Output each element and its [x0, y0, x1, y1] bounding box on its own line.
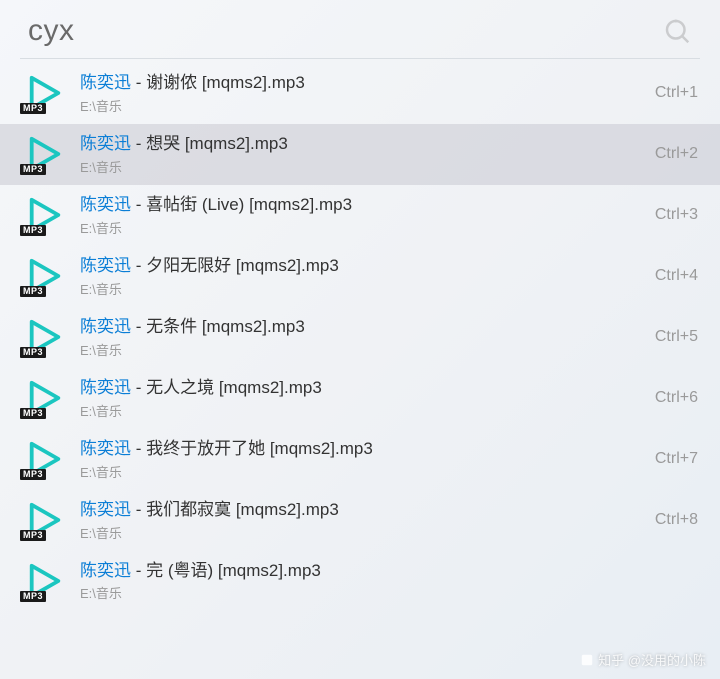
title-separator: -: [131, 134, 146, 153]
result-filename: 想哭 [mqms2].mp3: [146, 134, 288, 153]
result-shortcut: Ctrl+1: [655, 84, 698, 102]
play-icon: MP3: [26, 440, 64, 478]
title-separator: -: [131, 500, 146, 519]
divider: [20, 58, 700, 59]
result-path: E:\音乐: [80, 218, 643, 237]
result-title: 陈奕迅 - 无人之境 [mqms2].mp3: [80, 377, 643, 400]
result-path: E:\音乐: [80, 523, 643, 542]
play-icon: MP3: [26, 501, 64, 539]
title-separator: -: [131, 317, 146, 336]
result-row[interactable]: MP3陈奕迅 - 无条件 [mqms2].mp3E:\音乐Ctrl+5: [0, 307, 720, 368]
mp3-badge: MP3: [20, 347, 46, 358]
result-title: 陈奕迅 - 无条件 [mqms2].mp3: [80, 316, 643, 339]
result-filename: 喜帖街 (Live) [mqms2].mp3: [146, 195, 352, 214]
result-title: 陈奕迅 - 我们都寂寞 [mqms2].mp3: [80, 499, 643, 522]
result-title: 陈奕迅 - 我终于放开了她 [mqms2].mp3: [80, 438, 643, 461]
title-separator: -: [131, 256, 146, 275]
result-artist: 陈奕迅: [80, 500, 131, 519]
result-artist: 陈奕迅: [80, 378, 131, 397]
play-icon: MP3: [26, 135, 64, 173]
result-meta: 陈奕迅 - 喜帖街 (Live) [mqms2].mp3E:\音乐: [80, 194, 643, 237]
result-path: E:\音乐: [80, 279, 643, 298]
result-path: E:\音乐: [80, 157, 643, 176]
result-title: 陈奕迅 - 想哭 [mqms2].mp3: [80, 133, 643, 156]
result-artist: 陈奕迅: [80, 317, 131, 336]
result-shortcut: Ctrl+6: [655, 389, 698, 407]
mp3-badge: MP3: [20, 103, 46, 114]
result-artist: 陈奕迅: [80, 439, 131, 458]
play-icon: MP3: [26, 257, 64, 295]
result-filename: 完 (粤语) [mqms2].mp3: [146, 561, 321, 580]
result-artist: 陈奕迅: [80, 561, 131, 580]
result-artist: 陈奕迅: [80, 73, 131, 92]
result-title: 陈奕迅 - 喜帖街 (Live) [mqms2].mp3: [80, 194, 643, 217]
result-artist: 陈奕迅: [80, 195, 131, 214]
mp3-badge: MP3: [20, 225, 46, 236]
play-icon: MP3: [26, 196, 64, 234]
result-filename: 我终于放开了她 [mqms2].mp3: [146, 439, 373, 458]
result-meta: 陈奕迅 - 无人之境 [mqms2].mp3E:\音乐: [80, 377, 643, 420]
play-icon: MP3: [26, 562, 64, 600]
result-path: E:\音乐: [80, 96, 643, 115]
result-path: E:\音乐: [80, 401, 643, 420]
result-meta: 陈奕迅 - 无条件 [mqms2].mp3E:\音乐: [80, 316, 643, 359]
result-artist: 陈奕迅: [80, 134, 131, 153]
result-row[interactable]: MP3陈奕迅 - 完 (粤语) [mqms2].mp3E:\音乐: [0, 551, 720, 612]
result-filename: 无条件 [mqms2].mp3: [146, 317, 305, 336]
result-path: E:\音乐: [80, 462, 643, 481]
result-shortcut: Ctrl+2: [655, 145, 698, 163]
result-title: 陈奕迅 - 夕阳无限好 [mqms2].mp3: [80, 255, 643, 278]
result-title: 陈奕迅 - 完 (粤语) [mqms2].mp3: [80, 560, 686, 583]
result-path: E:\音乐: [80, 583, 686, 602]
result-filename: 我们都寂寞 [mqms2].mp3: [146, 500, 339, 519]
result-artist: 陈奕迅: [80, 256, 131, 275]
result-row[interactable]: MP3陈奕迅 - 我终于放开了她 [mqms2].mp3E:\音乐Ctrl+7: [0, 429, 720, 490]
result-row[interactable]: MP3陈奕迅 - 谢谢侬 [mqms2].mp3E:\音乐Ctrl+1: [0, 63, 720, 124]
mp3-badge: MP3: [20, 408, 46, 419]
title-separator: -: [131, 561, 146, 580]
result-meta: 陈奕迅 - 我们都寂寞 [mqms2].mp3E:\音乐: [80, 499, 643, 542]
result-meta: 陈奕迅 - 我终于放开了她 [mqms2].mp3E:\音乐: [80, 438, 643, 481]
search-icon[interactable]: [662, 16, 692, 46]
result-filename: 夕阳无限好 [mqms2].mp3: [146, 256, 339, 275]
mp3-badge: MP3: [20, 591, 46, 602]
result-shortcut: Ctrl+8: [655, 511, 698, 529]
result-filename: 谢谢侬 [mqms2].mp3: [146, 73, 305, 92]
play-icon: MP3: [26, 379, 64, 417]
result-meta: 陈奕迅 - 完 (粤语) [mqms2].mp3E:\音乐: [80, 560, 686, 603]
result-shortcut: Ctrl+5: [655, 328, 698, 346]
search-query[interactable]: cyx: [28, 14, 75, 48]
result-shortcut: Ctrl+3: [655, 206, 698, 224]
result-path: E:\音乐: [80, 340, 643, 359]
result-row[interactable]: MP3陈奕迅 - 夕阳无限好 [mqms2].mp3E:\音乐Ctrl+4: [0, 246, 720, 307]
result-row[interactable]: MP3陈奕迅 - 我们都寂寞 [mqms2].mp3E:\音乐Ctrl+8: [0, 490, 720, 551]
mp3-badge: MP3: [20, 164, 46, 175]
watermark: 知乎 @没用的小陈: [580, 650, 706, 669]
mp3-badge: MP3: [20, 530, 46, 541]
title-separator: -: [131, 378, 146, 397]
result-meta: 陈奕迅 - 想哭 [mqms2].mp3E:\音乐: [80, 133, 643, 176]
watermark-text: 知乎 @没用的小陈: [598, 650, 706, 669]
title-separator: -: [131, 73, 146, 92]
result-row[interactable]: MP3陈奕迅 - 想哭 [mqms2].mp3E:\音乐Ctrl+2: [0, 124, 720, 185]
result-shortcut: Ctrl+7: [655, 450, 698, 468]
result-meta: 陈奕迅 - 谢谢侬 [mqms2].mp3E:\音乐: [80, 72, 643, 115]
header: cyx: [0, 0, 720, 58]
title-separator: -: [131, 195, 146, 214]
play-icon: MP3: [26, 74, 64, 112]
result-meta: 陈奕迅 - 夕阳无限好 [mqms2].mp3E:\音乐: [80, 255, 643, 298]
result-row[interactable]: MP3陈奕迅 - 喜帖街 (Live) [mqms2].mp3E:\音乐Ctrl…: [0, 185, 720, 246]
mp3-badge: MP3: [20, 469, 46, 480]
title-separator: -: [131, 439, 146, 458]
result-shortcut: Ctrl+4: [655, 267, 698, 285]
play-icon: MP3: [26, 318, 64, 356]
result-title: 陈奕迅 - 谢谢侬 [mqms2].mp3: [80, 72, 643, 95]
result-row[interactable]: MP3陈奕迅 - 无人之境 [mqms2].mp3E:\音乐Ctrl+6: [0, 368, 720, 429]
result-list: MP3陈奕迅 - 谢谢侬 [mqms2].mp3E:\音乐Ctrl+1MP3陈奕…: [0, 63, 720, 611]
result-filename: 无人之境 [mqms2].mp3: [146, 378, 322, 397]
mp3-badge: MP3: [20, 286, 46, 297]
